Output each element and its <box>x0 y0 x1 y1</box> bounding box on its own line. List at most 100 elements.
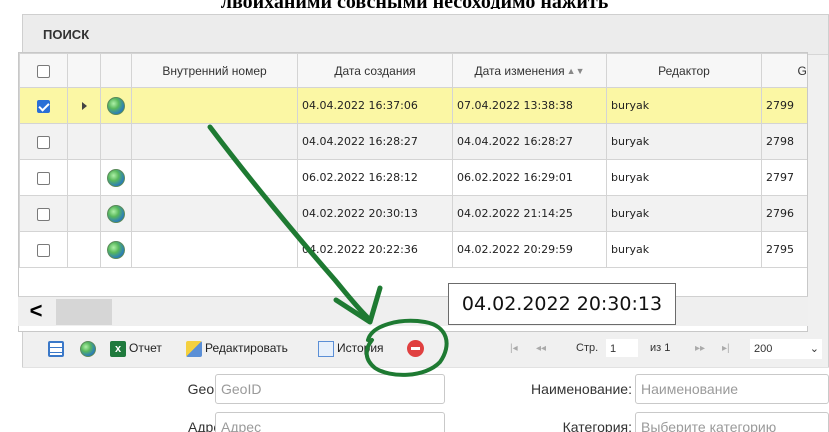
cell-editor: buryak <box>606 159 762 196</box>
cell-created: 04.04.2022 16:37:06 <box>297 87 453 124</box>
select-all-checkbox[interactable] <box>37 64 50 78</box>
table-row[interactable]: 06.02.2022 16:28:12 06.02.2022 16:29:01 bu… <box>19 159 807 196</box>
column-header-created[interactable]: Дата создания <box>297 53 453 88</box>
cell-geoid: 2796 <box>761 195 807 232</box>
column-header-modified-label: Дата изменения <box>474 63 565 78</box>
page-size-text: 200 <box>754 343 773 355</box>
delete-button[interactable] <box>407 339 427 358</box>
pager-of-label: из 1 <box>650 342 671 354</box>
panel-title: ПОИСК <box>43 27 90 42</box>
page-size-select[interactable]: 200 ⌄ <box>750 339 822 359</box>
row-map-cell[interactable] <box>100 231 132 268</box>
row-checkbox[interactable] <box>37 243 50 257</box>
cell-modified: 07.04.2022 13:38:38 <box>452 87 607 124</box>
pager-page-input[interactable]: 1 <box>606 339 638 358</box>
cell-modified: 04.02.2022 20:29:59 <box>452 231 607 268</box>
row-checkbox[interactable] <box>37 207 50 221</box>
geoid-input[interactable]: GeoID <box>215 374 445 404</box>
page-size-value[interactable]: 200 ⌄ <box>750 339 822 359</box>
pager-next-button[interactable]: ▸▸ <box>695 339 705 357</box>
cell-tooltip: 04.02.2022 20:30:13 <box>448 283 676 325</box>
results-table: Внутренний номер Дата создания Дата изме… <box>19 53 807 268</box>
results-grid: Внутренний номер Дата создания Дата изме… <box>18 52 808 332</box>
row-expander-cell <box>67 231 101 268</box>
report-button[interactable]: x Отчет <box>110 339 162 357</box>
column-header-geoid[interactable]: GeoI <box>761 53 807 88</box>
expand-arrow-icon[interactable] <box>81 102 87 111</box>
row-select-cell[interactable] <box>19 231 68 268</box>
cell-created: 04.04.2022 16:28:27 <box>297 123 453 160</box>
cell-created: 04.02.2022 20:22:36 <box>297 231 453 268</box>
category-select[interactable]: Выберите категорию <box>635 412 829 432</box>
row-expander-cell <box>67 123 101 160</box>
table-row[interactable]: 04.02.2022 20:22:36 04.02.2022 20:29:59 bu… <box>19 231 807 268</box>
scroll-thumb[interactable] <box>56 299 112 325</box>
row-select-cell[interactable] <box>19 123 68 160</box>
sort-icon[interactable]: ▲▼ <box>567 66 585 76</box>
column-header-editor[interactable]: Редактор <box>606 53 762 88</box>
cell-created: 04.02.2022 20:30:13 <box>297 195 453 232</box>
history-button[interactable]: История <box>318 339 384 357</box>
cell-internal-number <box>131 87 298 124</box>
cell-internal-number <box>131 231 298 268</box>
globe-icon[interactable] <box>107 204 125 223</box>
history-label: История <box>337 341 384 355</box>
row-select-cell[interactable] <box>19 87 68 124</box>
overlay-caption-text: лвоиханими совсными несоходимо нажить <box>0 0 829 9</box>
expander-column-header <box>67 53 101 88</box>
edit-button[interactable]: Редактировать <box>186 339 288 357</box>
row-map-cell[interactable] <box>100 87 132 124</box>
row-checkbox[interactable] <box>37 135 50 149</box>
select-all-header[interactable] <box>19 53 68 88</box>
pager-prev-button[interactable]: ◂◂ <box>536 339 546 357</box>
list-view-button[interactable] <box>48 339 67 357</box>
row-map-cell[interactable] <box>100 159 132 196</box>
search-form: GeoID: GeoID Наименование: Наименование … <box>22 367 829 432</box>
show-on-map-button[interactable] <box>80 339 99 357</box>
column-header-modified[interactable]: Дата изменения ▲▼ <box>452 53 607 88</box>
history-icon <box>318 340 334 357</box>
table-body: 04.04.2022 16:37:06 07.04.2022 13:38:38 bu… <box>19 87 807 268</box>
cell-internal-number <box>131 123 298 160</box>
table-row[interactable]: 04.04.2022 16:28:27 04.04.2022 16:28:27 bu… <box>19 123 807 160</box>
report-label: Отчет <box>129 341 162 355</box>
scroll-left-button[interactable]: < <box>18 297 54 327</box>
globe-icon[interactable] <box>107 168 125 187</box>
address-input[interactable]: Адрес <box>215 412 445 432</box>
cell-modified: 04.02.2022 21:14:25 <box>452 195 607 232</box>
cell-editor: buryak <box>606 195 762 232</box>
chevron-down-icon: ⌄ <box>809 343 819 355</box>
pager-first-button[interactable]: |◂ <box>510 339 518 357</box>
cell-modified: 06.02.2022 16:29:01 <box>452 159 607 196</box>
row-expander-cell[interactable] <box>67 87 101 124</box>
panel-header: ПОИСК <box>23 15 828 55</box>
row-checkbox[interactable] <box>37 171 50 185</box>
table-row[interactable]: 04.04.2022 16:37:06 07.04.2022 13:38:38 bu… <box>19 87 807 124</box>
pager-page-label: Стр. <box>576 342 599 354</box>
name-input[interactable]: Наименование <box>635 374 829 404</box>
row-select-cell[interactable] <box>19 195 68 232</box>
globe-icon <box>80 340 96 357</box>
pager-page-input-wrap[interactable]: 1 <box>606 339 638 358</box>
globe-icon[interactable] <box>107 96 125 115</box>
cell-geoid: 2797 <box>761 159 807 196</box>
map-column-header <box>100 53 132 88</box>
list-icon <box>48 340 64 357</box>
cell-editor: buryak <box>606 231 762 268</box>
pager-last-button[interactable]: ▸| <box>722 339 730 357</box>
table-row[interactable]: 04.02.2022 20:30:13 04.02.2022 21:14:25 bu… <box>19 195 807 232</box>
row-select-cell[interactable] <box>19 159 68 196</box>
cell-geoid: 2799 <box>761 87 807 124</box>
row-checkbox[interactable] <box>37 99 50 113</box>
cell-editor: buryak <box>606 123 762 160</box>
edit-label: Редактировать <box>205 341 288 355</box>
horizontal-scrollbar[interactable]: < <box>18 296 808 326</box>
cell-geoid: 2795 <box>761 231 807 268</box>
row-expander-cell <box>67 195 101 232</box>
row-map-cell[interactable] <box>100 195 132 232</box>
category-label: Категория: <box>562 419 632 432</box>
globe-icon[interactable] <box>107 240 125 259</box>
column-header-internal-number[interactable]: Внутренний номер <box>131 53 298 88</box>
grid-toolbar: x Отчет Редактировать История |◂ ◂◂ Стр. … <box>40 333 829 363</box>
table-header-row: Внутренний номер Дата создания Дата изме… <box>19 53 807 88</box>
